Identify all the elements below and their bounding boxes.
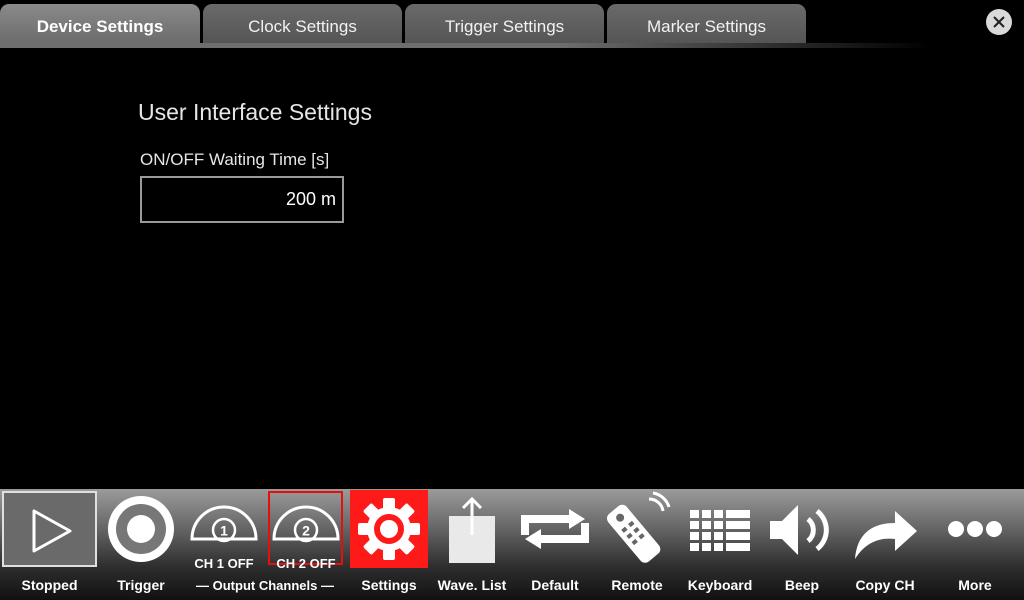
trigger-icon (108, 496, 174, 562)
play-icon (32, 509, 72, 553)
channel-1-icon: 1 (190, 505, 258, 543)
tab-trigger-settings[interactable]: Trigger Settings (405, 4, 604, 43)
channel-2-icon: 2 (272, 505, 340, 543)
channel-1-number: 1 (220, 523, 228, 539)
channel-1-state: CH 1 OFF (194, 556, 254, 571)
tab-clock-settings[interactable]: Clock Settings (203, 4, 402, 43)
copy-channel-label: Copy CH (855, 577, 915, 593)
tab-device-settings[interactable]: Device Settings (0, 4, 200, 43)
gear-icon (358, 498, 420, 560)
remote-label: Remote (611, 577, 663, 593)
keyboard-button[interactable]: Keyboard (680, 489, 760, 600)
wave-list-button[interactable]: Wave. List (432, 489, 512, 600)
beep-label: Beep (784, 577, 820, 593)
output-channels-label: — Output Channels — (196, 578, 334, 593)
bottom-toolbar: Stopped Trigger 1 CH 1 OFF 2 CH 2 OFF — … (0, 489, 1024, 600)
copy-channel-button[interactable]: Copy CH (845, 489, 925, 600)
keyboard-label: Keyboard (687, 577, 753, 593)
upload-icon (449, 496, 495, 563)
stopped-button[interactable]: Stopped (0, 489, 99, 600)
close-icon (993, 16, 1005, 28)
channel-2-number: 2 (302, 523, 310, 539)
channel-2-state: CH 2 OFF (276, 556, 336, 571)
trigger-button[interactable]: Trigger (101, 489, 181, 600)
settings-button[interactable]: Settings (350, 489, 428, 600)
wave-list-label: Wave. List (437, 577, 507, 593)
remote-icon (606, 491, 671, 563)
close-button[interactable] (986, 9, 1012, 35)
beep-button[interactable]: Beep (762, 489, 842, 600)
section-title: User Interface Settings (138, 99, 372, 125)
more-dots-icon (948, 521, 1002, 537)
tab-bar: Device Settings Clock Settings Trigger S… (0, 4, 1024, 44)
speaker-icon (770, 505, 829, 555)
more-label: More (958, 577, 992, 593)
more-button[interactable]: More (930, 489, 1020, 600)
trigger-label: Trigger (117, 577, 165, 593)
tab-underline (0, 43, 930, 48)
refresh-icon (521, 509, 589, 549)
remote-button[interactable]: Remote (597, 489, 677, 600)
default-button[interactable]: Default (515, 489, 595, 600)
keyboard-icon (690, 510, 750, 551)
settings-label: Settings (361, 577, 417, 593)
waiting-time-label: ON/OFF Waiting Time [s] (140, 150, 330, 169)
waiting-time-input[interactable]: 200 m (140, 176, 344, 223)
share-arrow-icon (855, 511, 917, 559)
stopped-label: Stopped (21, 577, 78, 593)
default-label: Default (531, 577, 579, 593)
tab-marker-settings[interactable]: Marker Settings (607, 4, 806, 43)
